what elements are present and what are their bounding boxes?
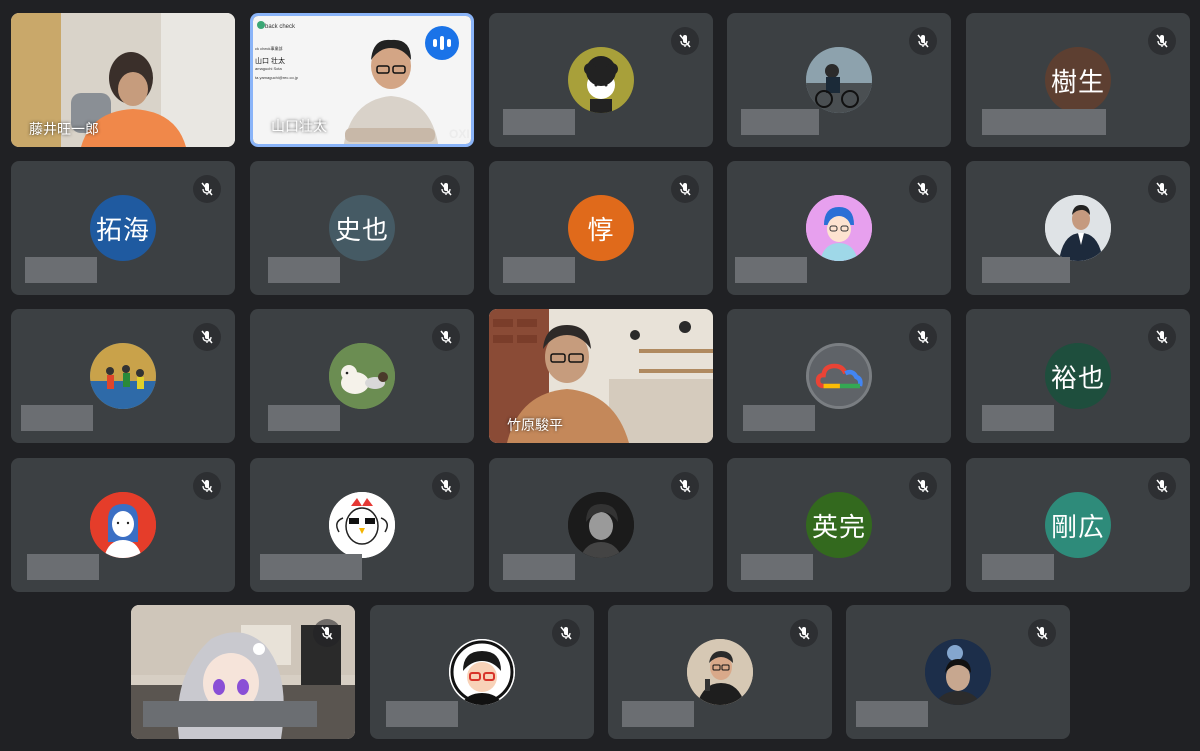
mic-off-icon [1148,27,1176,55]
mic-off-icon [432,175,460,203]
mic-off-icon [193,472,221,500]
google-cloud-logo-avatar-icon [806,343,872,409]
blue-hair-illustration-avatar-icon [806,195,872,261]
redacted-name [741,554,813,580]
svg-text:amaguchi Sota: amaguchi Sota [255,66,282,71]
mic-off-icon [432,323,460,351]
participant-tile[interactable]: 史也 [250,161,474,295]
participant-tile[interactable] [727,309,951,443]
mic-off-icon [313,619,341,647]
mic-off-icon [909,472,937,500]
mic-off-icon [1028,619,1056,647]
dog-on-grass-photo-avatar-icon [329,343,395,409]
participant-tile[interactable] [489,458,713,592]
svg-text:OXI: OXI [449,127,470,141]
redacted-name [741,109,819,135]
curly-hair-illustration-avatar-icon [568,47,634,113]
redacted-name [268,257,340,283]
redacted-name [982,257,1070,283]
mic-off-icon [1148,175,1176,203]
initials-avatar: 史也 [329,195,395,261]
participant-tile[interactable] [370,605,594,739]
participant-tile-takehara[interactable]: 竹原駿平 [489,309,713,443]
glasses-man-illustration-avatar-icon [449,639,515,705]
participant-tile-avatar-video[interactable] [131,605,355,739]
participant-tile[interactable]: 樹生 [966,13,1190,147]
svg-text:ck check事業部: ck check事業部 [255,45,283,51]
mic-off-icon [909,323,937,351]
redacted-name [735,257,807,283]
night-portrait-photo-avatar-icon [925,639,991,705]
redacted-name [622,701,694,727]
redacted-name [21,405,93,431]
redacted-name [268,405,340,431]
participant-tile[interactable] [250,309,474,443]
participant-tile[interactable] [966,161,1190,295]
initials-avatar: 裕也 [1045,343,1111,409]
svg-text:ta.yamaguchi@rec.co.jp: ta.yamaguchi@rec.co.jp [255,75,299,80]
participant-name: 藤井旺一郎 [29,122,99,138]
participant-name: 竹原駿平 [507,418,563,434]
mic-off-icon [671,175,699,203]
mic-off-icon [1148,323,1176,351]
mic-off-icon [1148,472,1176,500]
participant-tile[interactable] [11,458,235,592]
monochrome-man-photo-avatar-icon [568,492,634,558]
initials-avatar: 惇 [568,195,634,261]
initials-avatar: 拓海 [90,195,156,261]
speaking-indicator-icon [425,26,459,60]
participant-tile[interactable]: 惇 [489,161,713,295]
mic-off-icon [671,472,699,500]
redacted-name [503,257,575,283]
participant-tile[interactable]: 英完 [727,458,951,592]
participant-tile[interactable] [11,309,235,443]
woman-illustration-avatar-icon [90,492,156,558]
initials-avatar: 樹生 [1045,47,1111,113]
chicken-mascot-avatar-icon [329,492,395,558]
participant-tile[interactable] [727,13,951,147]
redacted-name [27,554,99,580]
redacted-name [982,405,1054,431]
redacted-name [25,257,97,283]
initials-avatar: 英完 [806,492,872,558]
mic-off-icon [909,27,937,55]
participant-tile-fujii[interactable]: 藤井旺一郎 [11,13,235,147]
svg-text:山口 壮太: 山口 壮太 [255,56,285,65]
redacted-name [143,701,317,727]
participant-tile[interactable] [250,458,474,592]
redacted-name [982,109,1106,135]
participant-tile[interactable]: 裕也 [966,309,1190,443]
redacted-name [856,701,928,727]
initials-avatar: 剛広 [1045,492,1111,558]
participant-name: 山口壮太 [271,119,327,135]
participant-tile[interactable] [608,605,832,739]
participant-tile[interactable] [727,161,951,295]
man-with-mic-photo-avatar-icon [687,639,753,705]
mic-off-icon [193,323,221,351]
redacted-name [982,554,1054,580]
mic-off-icon [790,619,818,647]
redacted-name [503,554,575,580]
participant-tile[interactable]: 剛広 [966,458,1190,592]
mic-off-icon [671,27,699,55]
participant-tile[interactable] [489,13,713,147]
redacted-name [260,554,362,580]
soccer-team-photo-avatar-icon [90,343,156,409]
redacted-name [503,109,575,135]
participant-tile[interactable] [846,605,1070,739]
participant-tile-yamaguchi[interactable]: back check ck check事業部 山口 壮太 amaguchi So… [250,13,474,147]
redacted-name [386,701,458,727]
suit-man-photo-avatar-icon [1045,195,1111,261]
participant-tile[interactable]: 拓海 [11,161,235,295]
cyclist-photo-avatar-icon [806,47,872,113]
mic-off-icon [909,175,937,203]
mic-off-icon [552,619,580,647]
redacted-name [743,405,815,431]
slide-app-name: back check [265,24,296,30]
mic-off-icon [432,472,460,500]
mic-off-icon [193,175,221,203]
